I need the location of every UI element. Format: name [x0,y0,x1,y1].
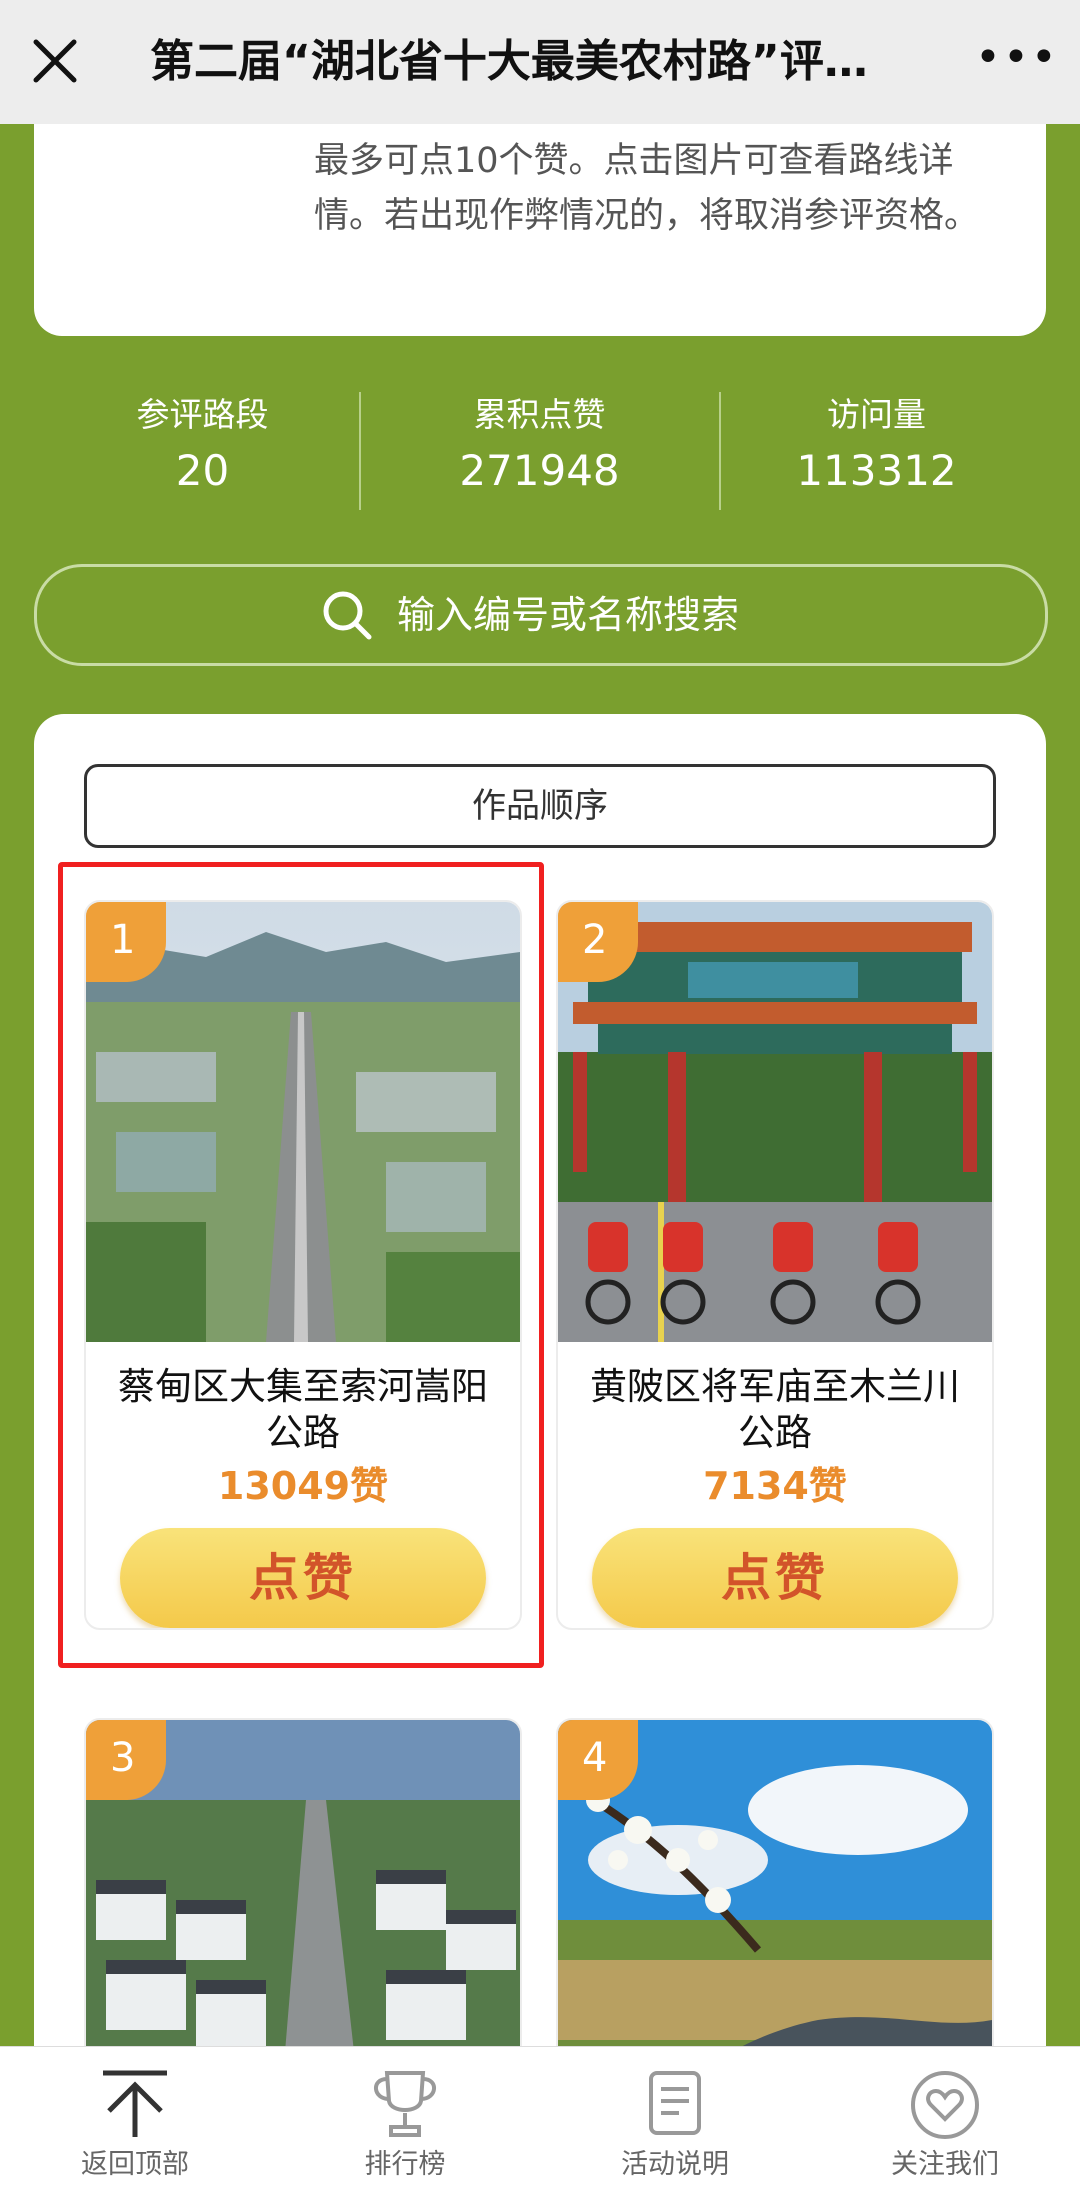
search-icon [323,591,372,640]
page-title: 第二届“湖北省十大最美农村路”评选... [150,36,910,87]
route-card[interactable]: 2 黄陂区将军庙至木兰川公路 7134赞 点赞 [556,900,994,1630]
like-button[interactable]: 点赞 [592,1528,958,1628]
divider [359,392,361,510]
stat-visits: 访问量 113312 [708,390,1045,510]
tab-activity-info[interactable]: 活动说明 [540,2047,810,2191]
stats-panel: 参评路段 20 累积点赞 271948 访问量 113312 [34,390,1046,510]
stat-routes: 参评路段 20 [34,390,371,510]
route-photo[interactable]: 2 [558,902,992,1342]
stat-label: 累积点赞 [473,395,606,434]
route-name[interactable]: 黄陂区将军庙至木兰川公路 [558,1342,992,1456]
stat-value: 271948 [459,446,620,495]
rules-text: 最多可点10个赞。点击图片可查看路线详情。若出现作弊情况的，将取消参评资格。 [314,141,980,236]
arrow-up-icon [103,2070,167,2137]
rules-card: 最多可点10个赞。点击图片可查看路线详情。若出现作弊情况的，将取消参评资格。 [34,100,1046,336]
stat-likes: 累积点赞 271948 [371,390,708,510]
tab-label: 关注我们 [891,2149,999,2180]
heart-icon [911,2071,979,2139]
trophy-icon [374,2071,436,2137]
entry-number-badge: 2 [558,902,638,982]
tab-follow-us[interactable]: 关注我们 [810,2047,1080,2191]
tab-label: 活动说明 [621,2149,729,2180]
top-navigation-bar: 第二届“湖北省十大最美农村路”评选... ••• [0,0,1080,124]
stat-label: 访问量 [827,395,926,434]
search-input[interactable]: 输入编号或名称搜索 [34,564,1048,666]
search-placeholder: 输入编号或名称搜索 [397,593,740,637]
stat-label: 参评路段 [136,395,269,434]
stat-value: 20 [175,446,230,495]
more-options-button[interactable]: ••• [975,36,1057,88]
tab-label: 排行榜 [364,2149,446,2180]
selection-highlight [58,862,544,1668]
sort-order-button[interactable]: 作品顺序 [84,764,996,848]
tab-label: 返回顶部 [81,2149,189,2180]
document-icon [649,2071,701,2135]
bottom-tab-bar: 返回顶部 排行榜 活动说明 关注我们 [0,2046,1080,2191]
entry-number-badge: 3 [86,1720,166,1800]
entry-number-badge: 4 [558,1720,638,1800]
like-count: 7134赞 [703,1464,847,1508]
close-icon[interactable] [30,36,80,86]
stat-value: 113312 [796,446,957,495]
tab-leaderboard[interactable]: 排行榜 [270,2047,540,2191]
tab-back-to-top[interactable]: 返回顶部 [0,2047,270,2191]
